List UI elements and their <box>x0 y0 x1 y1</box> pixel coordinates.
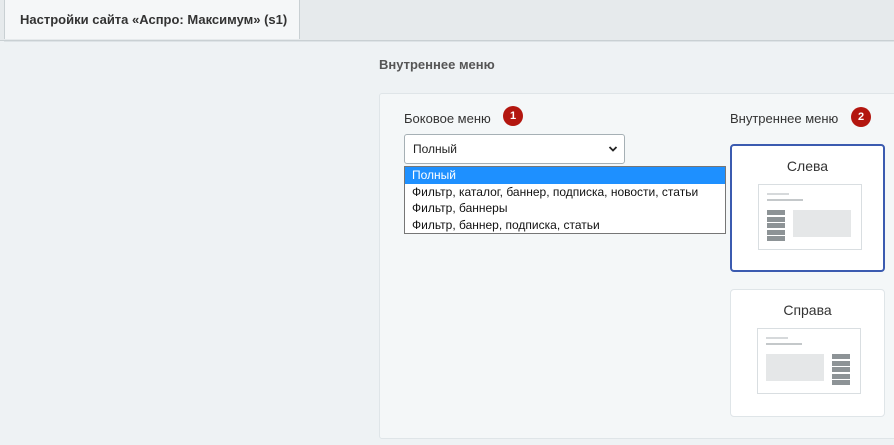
side-menu-label: Боковое меню <box>404 111 491 126</box>
card-title-left: Слева <box>786 158 829 174</box>
chevron-down-icon <box>608 146 618 152</box>
tab-site-settings[interactable]: Настройки сайта «Аспро: Максимум» (s1) <box>4 0 300 39</box>
side-menu-option[interactable]: Полный <box>405 167 725 184</box>
menu-position-left-card[interactable]: Слева <box>730 144 885 272</box>
side-menu-option[interactable]: Фильтр, каталог, баннер, подписка, новос… <box>405 184 725 201</box>
menu-right-layout-preview <box>757 328 861 394</box>
side-menu-dropdown: Полный Фильтр, каталог, баннер, подписка… <box>404 166 726 234</box>
card-title-right: Справа <box>783 302 832 318</box>
menu-left-layout-preview <box>758 184 862 250</box>
inner-menu-label: Внутреннее меню <box>730 111 839 126</box>
side-menu-selected-value: Полный <box>413 142 457 156</box>
side-menu-select[interactable]: Полный <box>404 134 625 164</box>
section-title: Внутреннее меню <box>379 57 495 72</box>
side-menu-option[interactable]: Фильтр, баннер, подписка, статьи <box>405 217 725 234</box>
side-menu-badge: 1 <box>503 106 523 126</box>
inner-menu-badge: 2 <box>851 107 871 127</box>
tab-bar: Настройки сайта «Аспро: Максимум» (s1) <box>0 0 894 41</box>
menu-position-right-card[interactable]: Справа <box>730 289 885 417</box>
side-menu-option[interactable]: Фильтр, баннеры <box>405 200 725 217</box>
